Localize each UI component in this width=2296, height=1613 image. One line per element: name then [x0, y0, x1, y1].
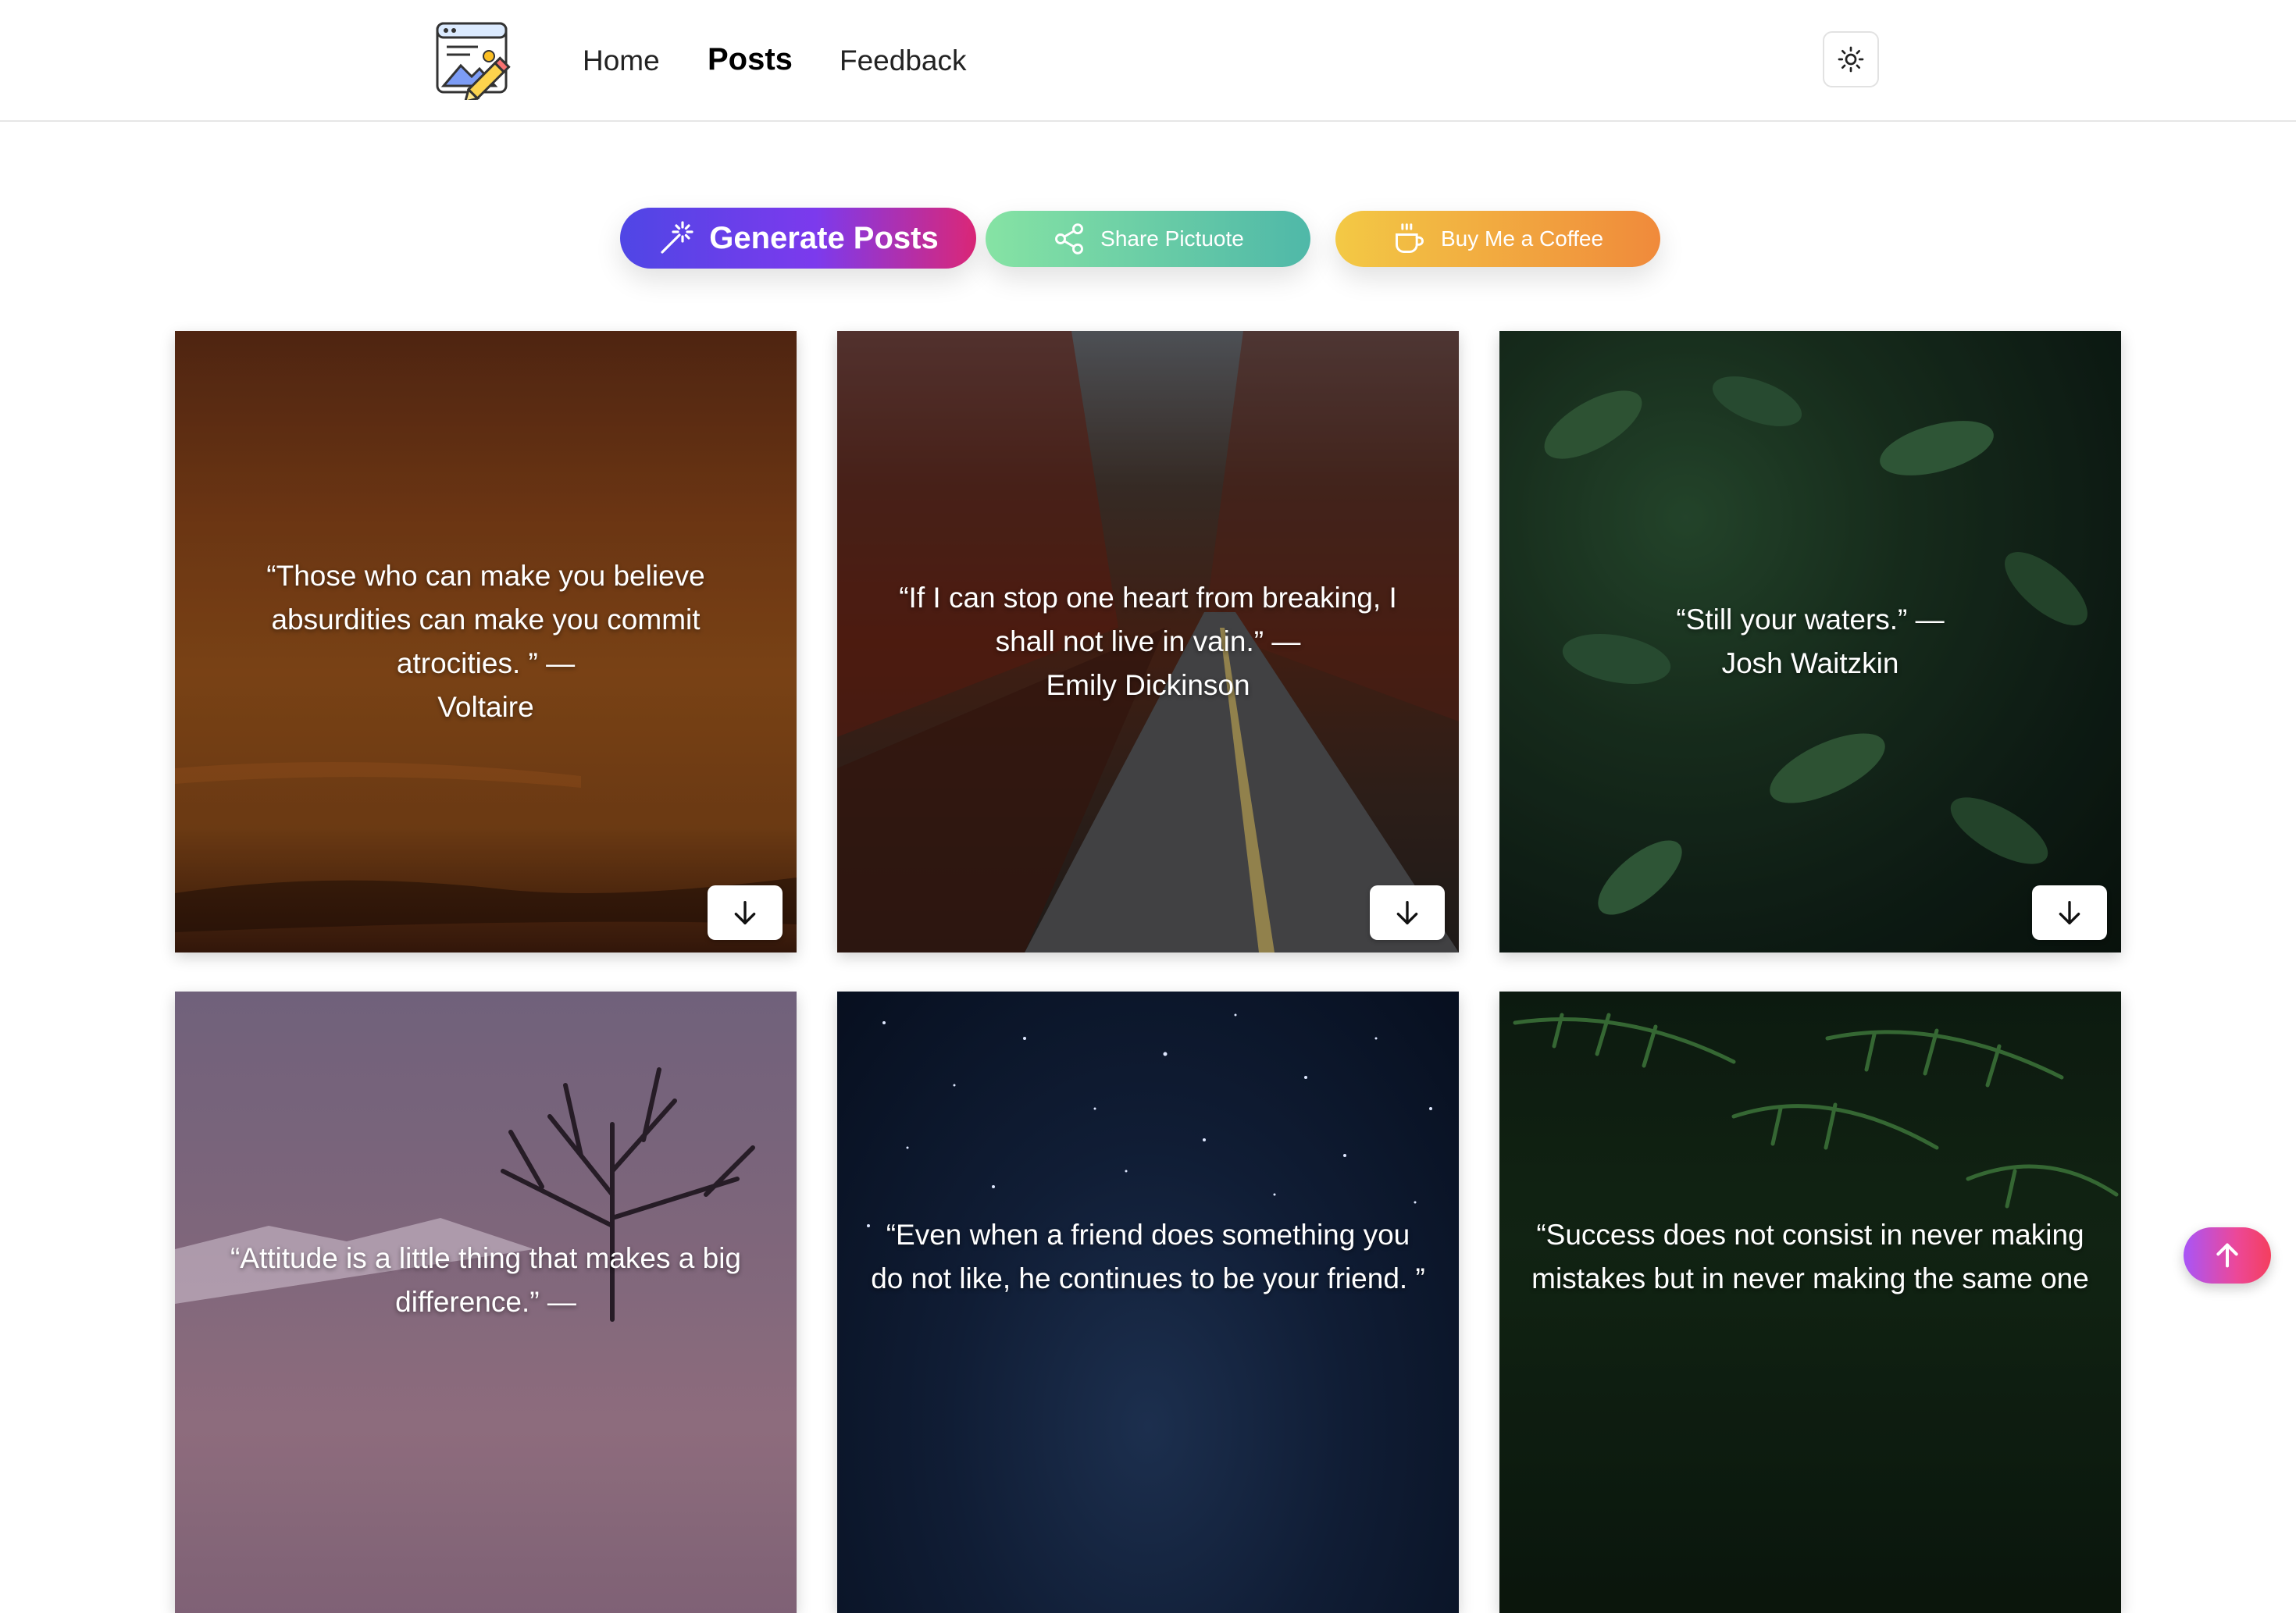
buy-me-a-coffee-button[interactable]: Buy Me a Coffee — [1335, 211, 1660, 267]
top-navbar: Home Posts Feedback — [0, 0, 2296, 122]
quote-body: “Those who can make you believe absurdit… — [266, 560, 705, 679]
image-edit-icon[interactable] — [433, 19, 514, 104]
share-icon — [1055, 223, 1084, 255]
arrow-down-icon — [1396, 901, 1418, 924]
download-button[interactable] — [1370, 885, 1445, 940]
quote-text: “If I can stop one heart from breaking, … — [868, 331, 1428, 952]
quote-text: “Those who can make you believe absurdit… — [206, 331, 765, 952]
quote-text: “Still your waters.” — Josh Waitzkin — [1531, 331, 2090, 952]
generate-posts-label: Generate Posts — [709, 220, 939, 255]
buy-me-a-coffee-label: Buy Me a Coffee — [1440, 226, 1604, 251]
quote-author: Voltaire — [437, 691, 534, 723]
quote-body: “Attitude is a little thing that makes a… — [230, 1242, 741, 1318]
quote-body: “Still your waters.” — — [1676, 604, 1945, 636]
theme-toggle-button[interactable] — [1823, 31, 1879, 87]
coffee-cup-icon — [1396, 223, 1424, 253]
quote-text: “Attitude is a little thing that makes a… — [206, 992, 765, 1613]
share-pictuote-button[interactable]: Share Pictuote — [986, 211, 1310, 267]
nav-posts-link[interactable]: Posts — [708, 39, 793, 80]
scroll-to-top-button[interactable] — [2184, 1227, 2271, 1284]
quote-text: “Success does not consist in never makin… — [1531, 992, 2090, 1613]
quote-body: “Success does not consist in never makin… — [1531, 1219, 2089, 1294]
arrow-down-icon — [2059, 901, 2080, 924]
share-pictuote-label: Share Pictuote — [1100, 226, 1244, 251]
post-card: “Success does not consist in never makin… — [1499, 992, 2121, 1613]
quote-body: “If I can stop one heart from breaking, … — [899, 582, 1397, 657]
generate-posts-button[interactable]: Generate Posts — [620, 208, 976, 269]
quote-body: “Even when a friend does something you d… — [871, 1219, 1425, 1294]
download-button[interactable] — [708, 885, 783, 940]
magic-wand-icon — [661, 221, 693, 254]
post-card: “Even when a friend does something you d… — [837, 992, 1459, 1613]
post-card: “Still your waters.” — Josh Waitzkin — [1499, 331, 2121, 952]
quote-author: Emily Dickinson — [1046, 669, 1250, 701]
post-card: “Those who can make you believe absurdit… — [175, 331, 797, 952]
nav-home-link[interactable]: Home — [583, 41, 660, 81]
arrow-down-icon — [734, 901, 756, 924]
arrow-up-icon — [2216, 1243, 2238, 1268]
download-button[interactable] — [2032, 885, 2107, 940]
post-card: “If I can stop one heart from breaking, … — [837, 331, 1459, 952]
post-card: “Attitude is a little thing that makes a… — [175, 992, 797, 1613]
quote-text: “Even when a friend does something you d… — [868, 992, 1428, 1613]
quote-author: Josh Waitzkin — [1721, 647, 1899, 679]
sun-icon — [1838, 46, 1864, 73]
nav-feedback-link[interactable]: Feedback — [840, 41, 967, 81]
